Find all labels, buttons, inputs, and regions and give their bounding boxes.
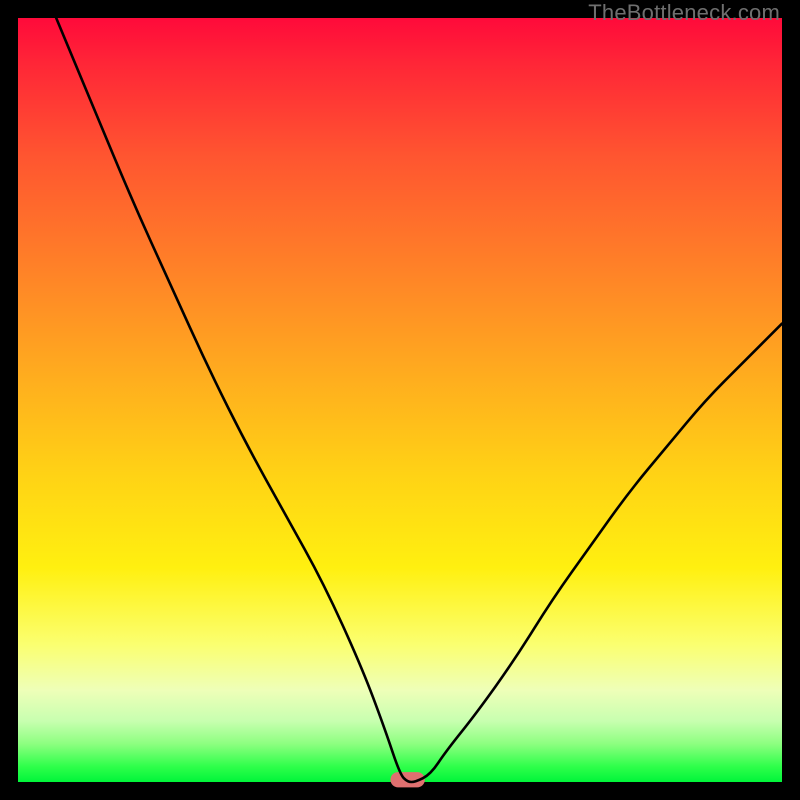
chart-svg	[18, 18, 782, 782]
bottleneck-curve	[56, 18, 782, 782]
gradient-plot-area	[18, 18, 782, 782]
chart-frame: TheBottleneck.com	[0, 0, 800, 800]
